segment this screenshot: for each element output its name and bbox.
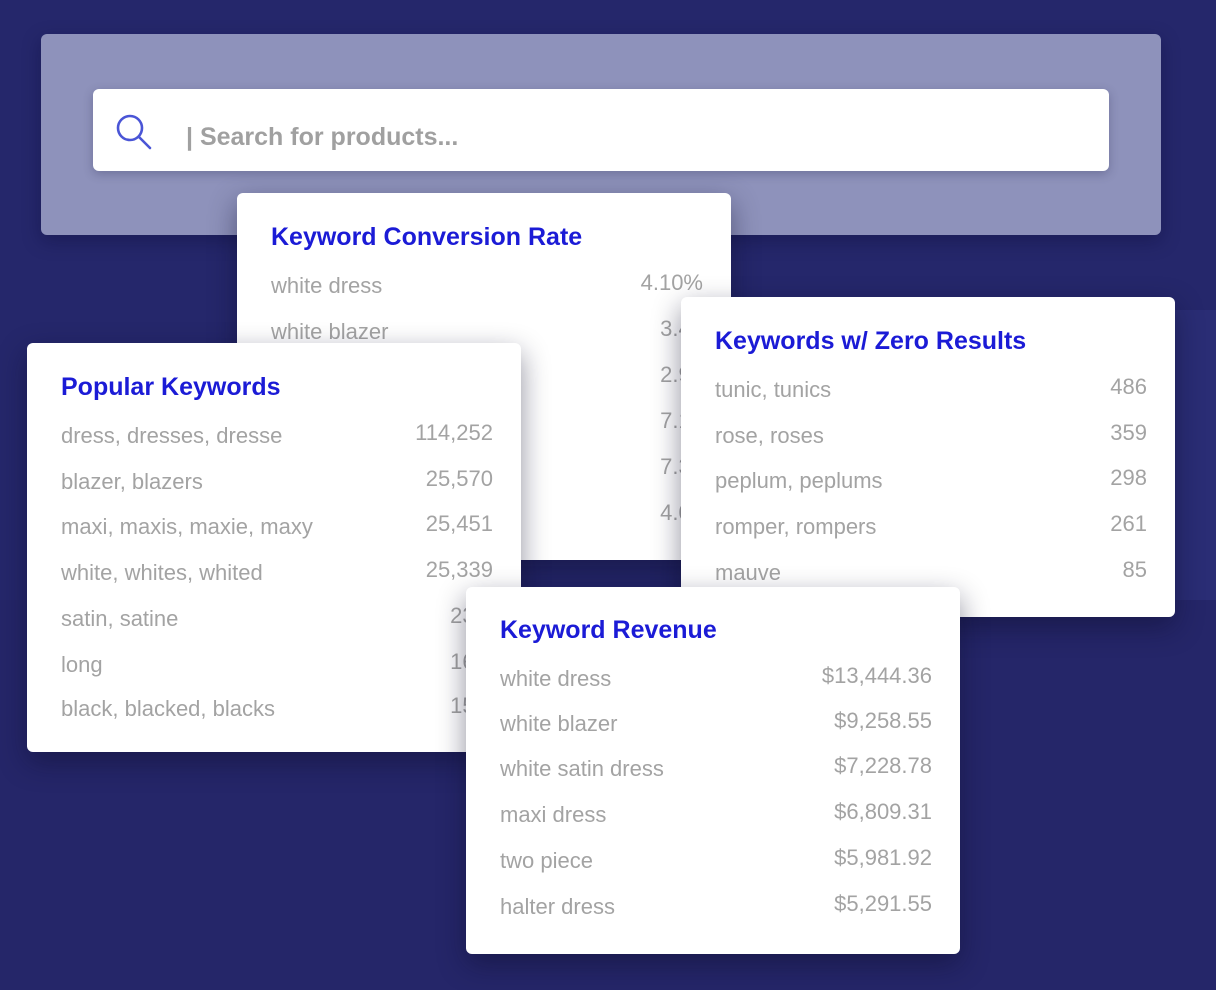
table-row: rose, roses 359 (715, 420, 1147, 453)
row-value: $7,228.78 (834, 753, 932, 778)
table-row: white blazer $9,258.55 (500, 708, 932, 741)
row-label: two piece (500, 848, 593, 873)
row-value: $6,809.31 (834, 799, 932, 824)
row-label: halter dress (500, 894, 615, 919)
row-value: 486 (1110, 374, 1147, 399)
row-value: 25,570 (425, 466, 493, 491)
row-label: white dress (271, 273, 383, 298)
table-row: mauve 85 (715, 557, 1147, 590)
popular-keywords-card: Popular Keywords dress, dresses, dresse … (27, 343, 521, 752)
card-title: Keywords w/ Zero Results (715, 327, 1027, 355)
table-row: halter dress $5,291.55 (500, 891, 932, 924)
row-value: 85 (1122, 557, 1147, 582)
card-title: Keyword Revenue (500, 616, 717, 644)
zero-results-card: Keywords w/ Zero Results tunic, tunics 4… (681, 297, 1175, 617)
row-value: $13,444.36 (821, 663, 932, 688)
table-row: blazer, blazers 25,570 (61, 466, 493, 499)
row-label: dress, dresses, dresse (61, 423, 283, 448)
table-row: tunic, tunics 486 (715, 374, 1147, 407)
table-row: maxi dress $6,809.31 (500, 799, 932, 832)
table-row: satin, satine 23,8 (61, 603, 493, 636)
row-label: blazer, blazers (61, 469, 203, 494)
table-row: peplum, peplums 298 (715, 465, 1147, 498)
row-value: 359 (1110, 420, 1147, 445)
table-row: maxi, maxis, maxie, maxy 25,451 (61, 511, 493, 544)
row-label: tunic, tunics (715, 377, 832, 402)
row-label: black, blacked, blacks (61, 696, 275, 721)
table-row: black, blacked, blacks 15,9 (61, 693, 493, 726)
row-value: 4.10% (640, 270, 703, 295)
row-label: white, whites, whited (61, 560, 263, 585)
row-value: $5,291.55 (834, 891, 932, 916)
card-title: Popular Keywords (61, 373, 281, 401)
row-value: $5,981.92 (834, 845, 932, 870)
row-label: mauve (715, 560, 782, 585)
table-row: white satin dress $7,228.78 (500, 753, 932, 786)
row-value: 25,339 (425, 557, 493, 582)
row-label: romper, rompers (715, 514, 877, 539)
row-label: white blazer (271, 319, 389, 344)
card-title: Keyword Conversion Rate (271, 223, 583, 251)
row-label: peplum, peplums (715, 468, 883, 493)
search-icon[interactable] (113, 112, 153, 152)
row-label: maxi, maxis, maxie, maxy (61, 514, 313, 539)
row-value: 298 (1110, 465, 1147, 490)
table-row: white, whites, whited 25,339 (61, 557, 493, 590)
row-label: white blazer (500, 711, 618, 736)
row-label: maxi dress (500, 802, 607, 827)
table-row: white dress 4.10% (271, 270, 703, 303)
row-value: 261 (1110, 511, 1147, 536)
background-accent (1175, 310, 1216, 600)
row-value: $9,258.55 (834, 708, 932, 733)
row-label: rose, roses (715, 423, 824, 448)
row-label: white satin dress (500, 756, 664, 781)
table-row: dress, dresses, dresse 114,252 (61, 420, 493, 453)
keyword-revenue-card: Keyword Revenue white dress $13,444.36 w… (466, 587, 960, 954)
search-input[interactable] (186, 112, 1066, 162)
row-label: long (61, 652, 103, 677)
table-row: white dress $13,444.36 (500, 663, 932, 696)
table-row: long 16,4 (61, 649, 493, 682)
row-label: satin, satine (61, 606, 179, 631)
table-row: romper, rompers 261 (715, 511, 1147, 544)
table-row: two piece $5,981.92 (500, 845, 932, 878)
row-label: white dress (500, 666, 612, 691)
row-value: 114,252 (415, 420, 493, 445)
row-value: 25,451 (425, 511, 493, 536)
